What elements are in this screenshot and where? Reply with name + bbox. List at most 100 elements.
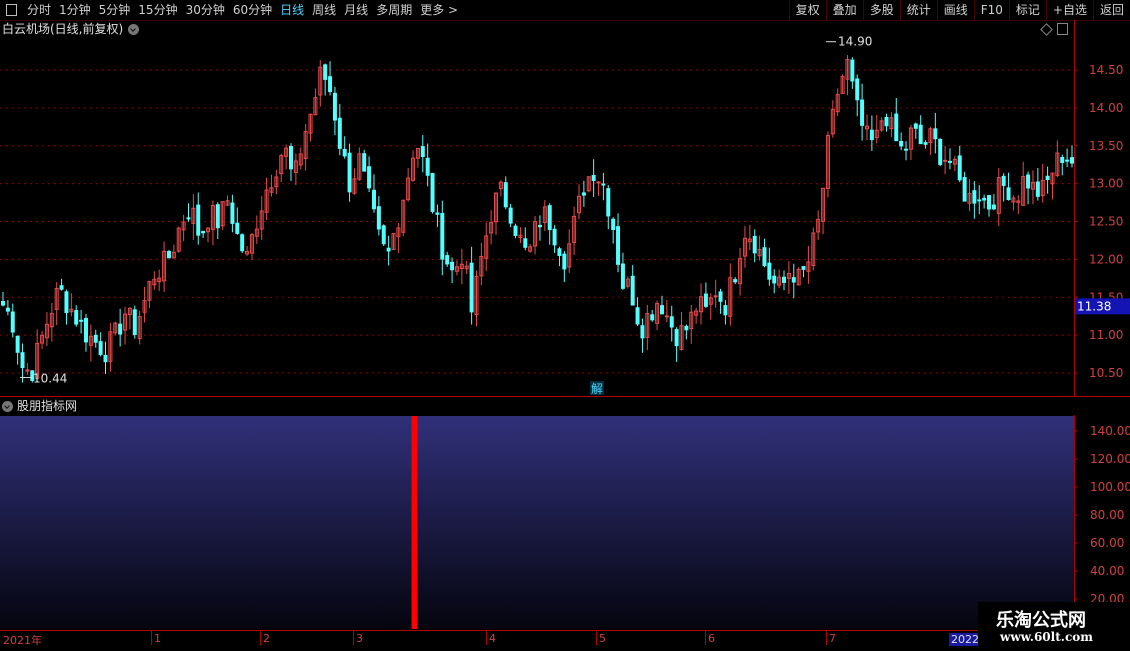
candle-body — [240, 234, 245, 252]
candle-body — [620, 263, 625, 289]
indicator-spike — [411, 416, 418, 629]
candle-body — [767, 262, 772, 280]
candle-body — [1006, 187, 1011, 200]
candle-body — [1060, 156, 1065, 163]
candle-body — [469, 262, 474, 313]
indicator-axis — [1074, 415, 1130, 630]
candle-body — [98, 341, 103, 355]
candle-body — [972, 190, 977, 204]
candle-body — [367, 166, 372, 189]
candle-body — [977, 199, 982, 202]
indicator-title-row: 股朋指标网 — [2, 398, 77, 414]
candle-body — [899, 140, 904, 147]
chevron-down-icon[interactable] — [2, 400, 13, 412]
candle-body — [635, 307, 640, 325]
watermark: 乐淘公式网 www.60lt.com — [978, 602, 1130, 650]
candle-body — [20, 352, 25, 369]
candle-body — [850, 59, 855, 82]
candle-body — [659, 305, 664, 315]
candle-body — [669, 316, 674, 328]
candle-body — [79, 319, 84, 322]
candle-body — [869, 129, 874, 141]
candle-body — [342, 148, 347, 157]
date-label: 5 — [599, 632, 606, 645]
candle-body — [376, 206, 381, 230]
candle-body — [381, 225, 386, 245]
candle-body — [362, 153, 367, 172]
candle-body — [64, 291, 69, 314]
candle-body — [581, 192, 586, 196]
candle-body — [684, 325, 689, 331]
date-label: 7 — [829, 632, 836, 645]
candle-body — [1001, 175, 1006, 186]
candle-body — [1045, 175, 1050, 181]
candle-body — [230, 202, 235, 224]
candle-body — [630, 275, 635, 306]
candle-body — [74, 310, 79, 325]
candle-body — [752, 235, 757, 254]
candle-body — [957, 155, 962, 181]
candle-body — [733, 279, 738, 283]
candle-body — [93, 334, 98, 343]
candle-body — [5, 307, 10, 312]
candle-body — [947, 160, 952, 163]
candle-body — [523, 238, 528, 248]
candle-body — [386, 247, 391, 252]
candle-body — [450, 261, 455, 271]
candle-body — [420, 146, 425, 157]
candle-body — [894, 113, 899, 142]
date-label: 4 — [489, 632, 496, 645]
candle-body — [991, 204, 996, 210]
candle-body — [718, 291, 723, 302]
candle-body — [445, 255, 450, 265]
candle-body — [601, 183, 606, 186]
candle-body — [435, 212, 440, 215]
candle-body — [440, 213, 445, 260]
candle-body — [15, 335, 20, 353]
date-tick — [596, 631, 597, 645]
candle-body — [640, 325, 645, 339]
year-2022-label: 2022 — [949, 633, 981, 646]
candle-body — [782, 276, 787, 283]
kline-chart[interactable]: 10.5011.0011.5012.0012.5013.0013.5014.00… — [0, 0, 1130, 650]
candle-body — [982, 197, 987, 201]
candle-body — [918, 124, 923, 145]
candle-body — [166, 250, 171, 259]
candle-body — [801, 266, 806, 270]
date-label: 3 — [356, 632, 363, 645]
candle-body — [347, 152, 352, 193]
indicator-area — [0, 416, 1074, 629]
date-label: 2021年 — [3, 634, 42, 647]
price-axis — [1074, 20, 1130, 397]
date-label: 2 — [263, 632, 270, 645]
candle-body — [425, 157, 430, 176]
max-price-label: 14.90 — [838, 35, 872, 49]
candle-body — [923, 142, 928, 145]
candle-body — [884, 116, 889, 127]
date-tick — [486, 631, 487, 645]
date-tick — [826, 631, 827, 645]
candle-body — [59, 285, 64, 290]
candle-body — [337, 117, 342, 149]
candle-body — [83, 318, 88, 343]
candle-body — [562, 253, 567, 270]
candle-body — [606, 188, 611, 217]
candle-body — [913, 123, 918, 129]
candle-body — [215, 204, 220, 229]
candle-body — [772, 275, 777, 284]
panel-divider[interactable] — [0, 396, 1130, 397]
min-price-label: 10.44 — [33, 372, 67, 386]
candle-body — [332, 92, 337, 121]
candle-body — [503, 182, 508, 208]
candle-body — [430, 172, 435, 212]
date-tick — [260, 631, 261, 645]
candle-body — [288, 145, 293, 170]
candle-body — [186, 217, 191, 220]
candle-body — [10, 311, 15, 333]
date-label: 1 — [154, 632, 161, 645]
candle-body — [791, 277, 796, 283]
candle-body — [235, 222, 240, 234]
candle-body — [537, 224, 542, 228]
candle-body — [547, 205, 552, 231]
candle-body — [591, 174, 596, 182]
